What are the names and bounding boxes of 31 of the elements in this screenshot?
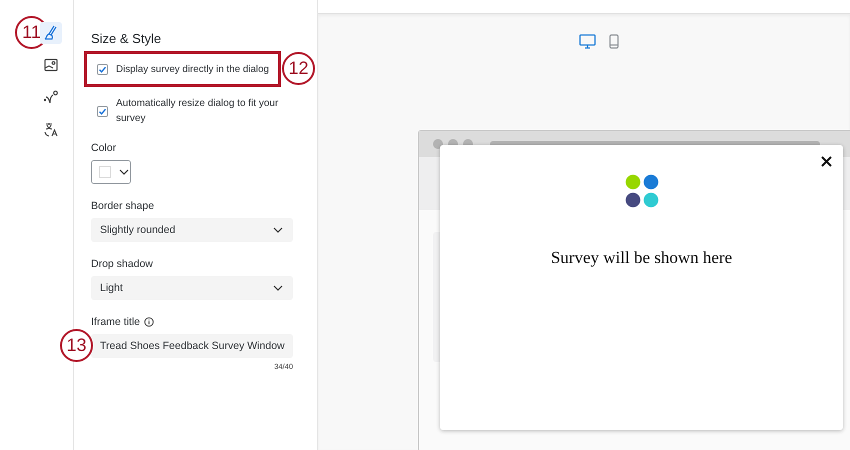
color-swatch bbox=[99, 166, 111, 178]
checkbox[interactable] bbox=[97, 64, 108, 74]
dialog-message: Survey will be shown here bbox=[550, 248, 732, 268]
checkbox-label: Display survey directly in the dialog bbox=[116, 62, 270, 76]
logo-icon bbox=[624, 174, 658, 208]
callout-number: 13 bbox=[60, 329, 93, 362]
field-label: Color bbox=[91, 142, 118, 154]
chevron-icon bbox=[119, 169, 129, 175]
chevron-icon bbox=[273, 227, 283, 233]
checkbox-label: Automatically resize dialog to fit your survey bbox=[116, 97, 280, 126]
image-settings-icon bbox=[43, 57, 59, 73]
field-label: Iframe title bbox=[91, 316, 140, 328]
color-picker[interactable] bbox=[91, 160, 131, 184]
chevron-icon bbox=[273, 285, 283, 291]
checkbox[interactable] bbox=[97, 106, 108, 116]
text-field[interactable]: Tread Shoes Feedback Survey Window bbox=[91, 334, 293, 358]
close-icon[interactable] bbox=[821, 156, 832, 167]
info-icon[interactable] bbox=[144, 317, 154, 327]
translate-icon bbox=[43, 121, 59, 137]
dropdown[interactable]: Slightly rounded bbox=[91, 218, 293, 242]
field-label: Border shape bbox=[91, 200, 156, 212]
path-icon bbox=[43, 89, 59, 105]
dropdown[interactable]: Light bbox=[91, 276, 293, 300]
brush-icon bbox=[43, 25, 59, 41]
field-label: Drop shadow bbox=[91, 258, 154, 270]
desktop-icon[interactable] bbox=[579, 34, 596, 49]
sidebar-tab[interactable] bbox=[40, 22, 62, 44]
section-title: Size & Style bbox=[91, 31, 162, 46]
callout-number: 12 bbox=[282, 52, 316, 85]
phone-icon[interactable] bbox=[609, 34, 619, 49]
window-dot bbox=[433, 139, 443, 149]
